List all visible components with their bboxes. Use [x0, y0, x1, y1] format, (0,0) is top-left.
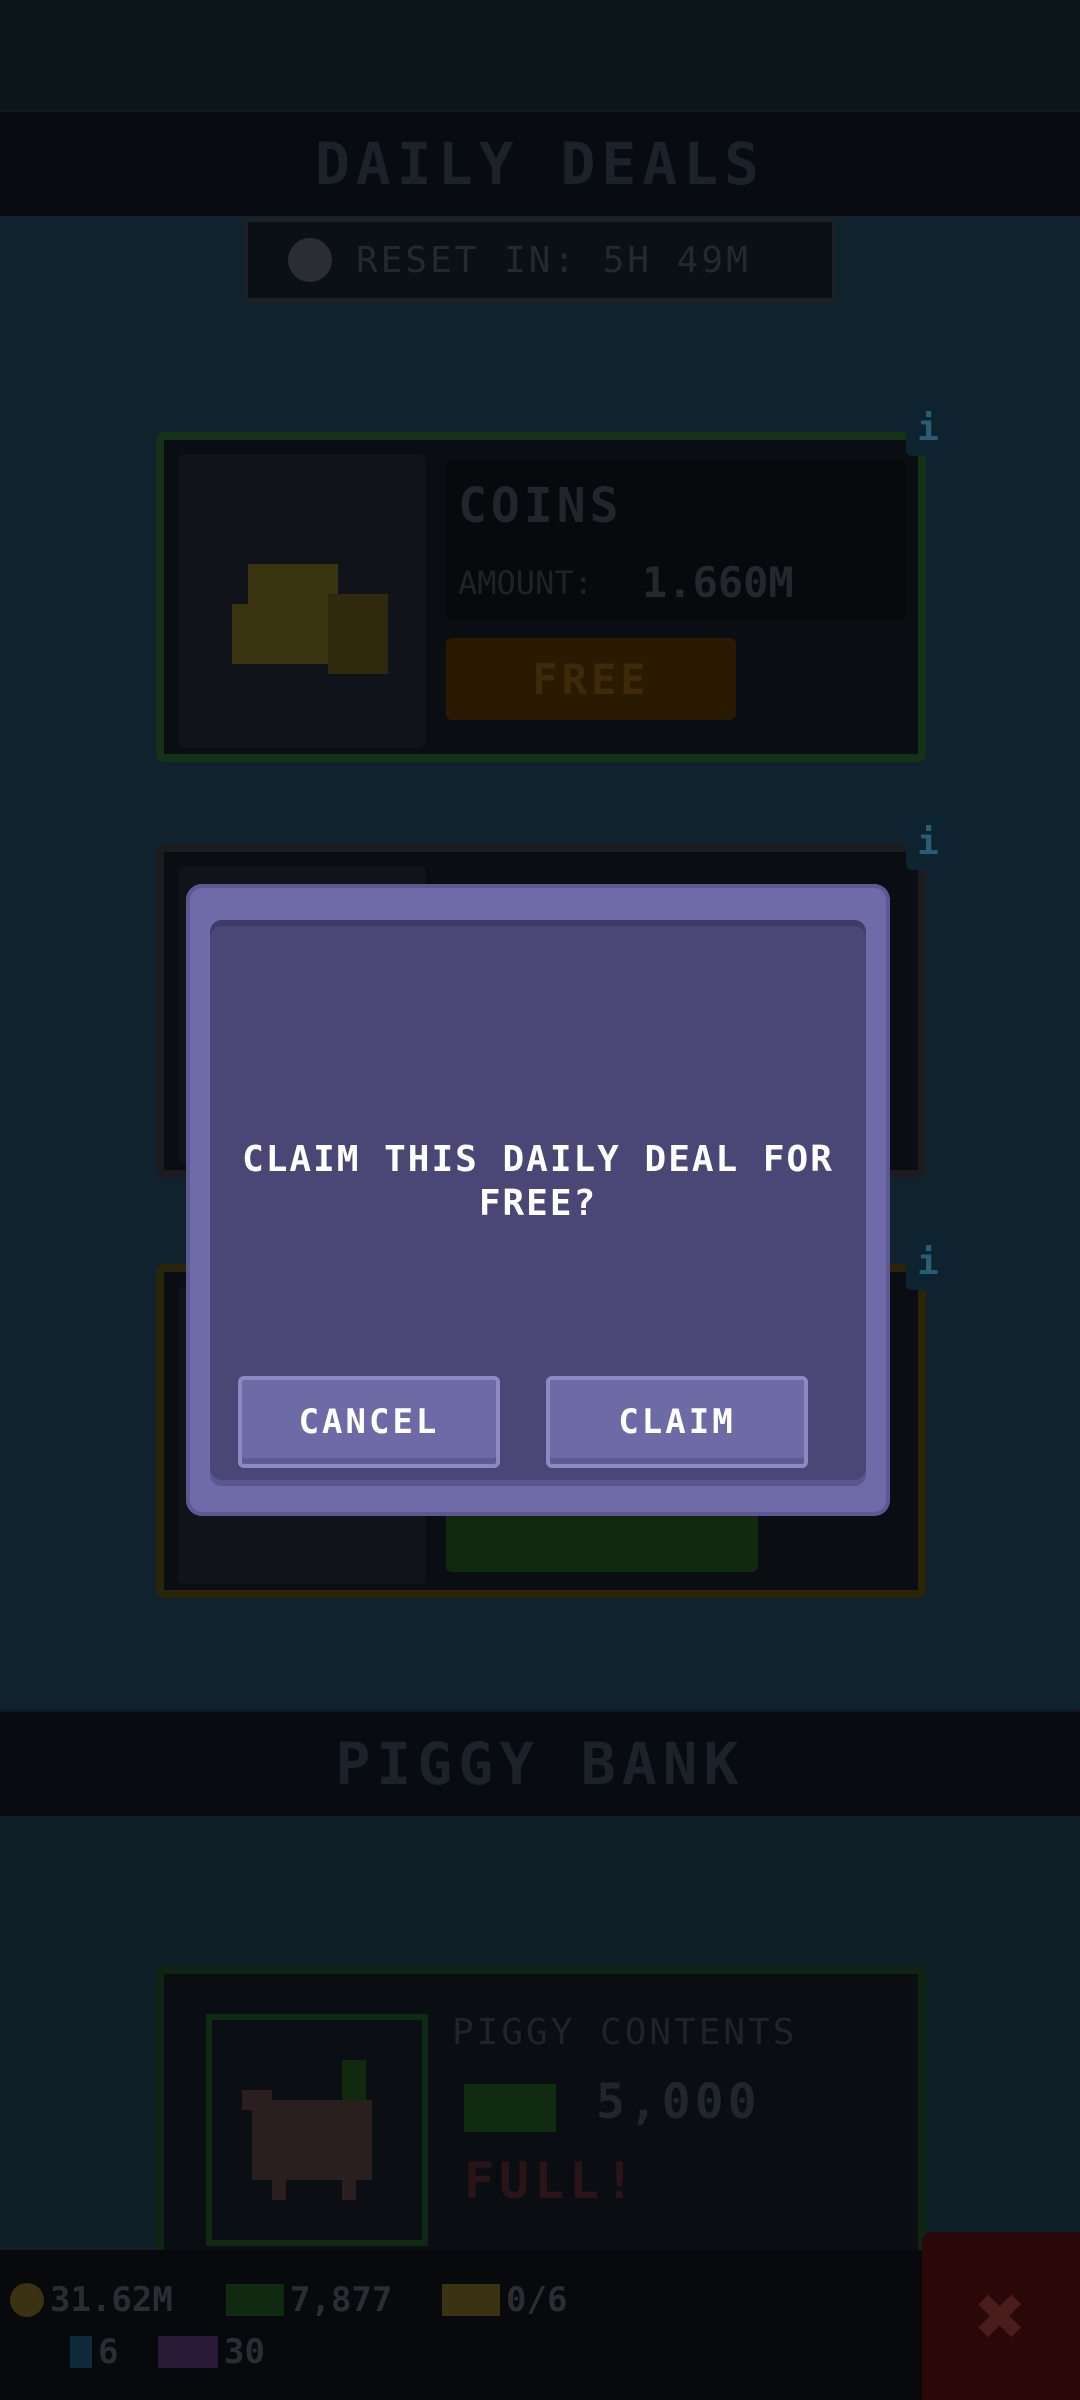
info-icon[interactable]: i [906, 814, 950, 870]
gems-stat: 6 [70, 2332, 118, 2372]
piggy-thumbnail [206, 2014, 428, 2246]
claim-dialog-panel: CLAIM THIS DAILY DEAL FOR FREE? CANCEL C… [210, 920, 866, 1486]
claim-dialog: CLAIM THIS DAILY DEAL FOR FREE? CANCEL C… [186, 884, 890, 1516]
gem-icon [70, 2336, 92, 2368]
coins-thumbnail [178, 454, 426, 748]
coins-stat: 31.62M [10, 2280, 173, 2320]
cash-value: 7,877 [290, 2280, 393, 2320]
piggy-contents-label: PIGGY CONTENTS [452, 2012, 798, 2053]
coin-icon [10, 2283, 44, 2317]
free-button-label: FREE [532, 654, 650, 704]
ticket-icon [442, 2284, 500, 2316]
piggy-status: FULL! [464, 2152, 640, 2210]
gems-value: 6 [98, 2332, 119, 2372]
currency-bar: 31.62M 7,877 0/6 6 30 [0, 2250, 1080, 2400]
cancel-button[interactable]: CANCEL [238, 1376, 500, 1468]
info-icon[interactable]: i [906, 400, 950, 456]
tv-value: 30 [224, 2332, 265, 2372]
reset-timer-label: RESET IN: 5H 49M [356, 239, 751, 281]
cash-stat: 7,877 [226, 2280, 392, 2320]
cash-icon [226, 2284, 284, 2316]
tv-icon [158, 2336, 218, 2368]
piggy-bank-card: PIGGY CONTENTS 5,000 FULL! [156, 1966, 926, 2266]
piggy-bank-header: PIGGY BANK [0, 1712, 1080, 1816]
deal-amount-label: AMOUNT: [458, 564, 593, 602]
coins-value: 31.62M [50, 2280, 173, 2320]
close-button[interactable]: ✖ [922, 2232, 1080, 2400]
deal-title: COINS [458, 478, 623, 534]
deal-card-coins: COINS AMOUNT: 1.660M FREE [156, 432, 926, 762]
free-button[interactable]: FREE [446, 638, 736, 720]
close-icon: ✖ [975, 2267, 1027, 2365]
piggy-bank-title: PIGGY BANK [335, 1730, 745, 1798]
dialog-message: CLAIM THIS DAILY DEAL FOR FREE? [242, 1139, 834, 1224]
piggy-contents-value: 5,000 [596, 2074, 761, 2130]
top-band [0, 0, 1080, 110]
clock-icon [288, 238, 332, 282]
daily-deals-title: DAILY DEALS [314, 130, 766, 198]
deal-amount-value: 1.660M [642, 558, 794, 607]
claim-button[interactable]: CLAIM [546, 1376, 808, 1468]
coin-stack-icon [232, 564, 388, 674]
deal-info-panel: COINS AMOUNT: 1.660M [446, 460, 906, 620]
tickets-value: 0/6 [506, 2280, 568, 2320]
tv-stat: 30 [158, 2332, 265, 2372]
daily-deals-header: DAILY DEALS [0, 112, 1080, 216]
tickets-stat: 0/6 [442, 2280, 567, 2320]
pig-icon [242, 2060, 372, 2200]
info-icon[interactable]: i [906, 1234, 950, 1290]
reset-timer: RESET IN: 5H 49M [244, 218, 836, 302]
cash-icon [464, 2084, 556, 2132]
